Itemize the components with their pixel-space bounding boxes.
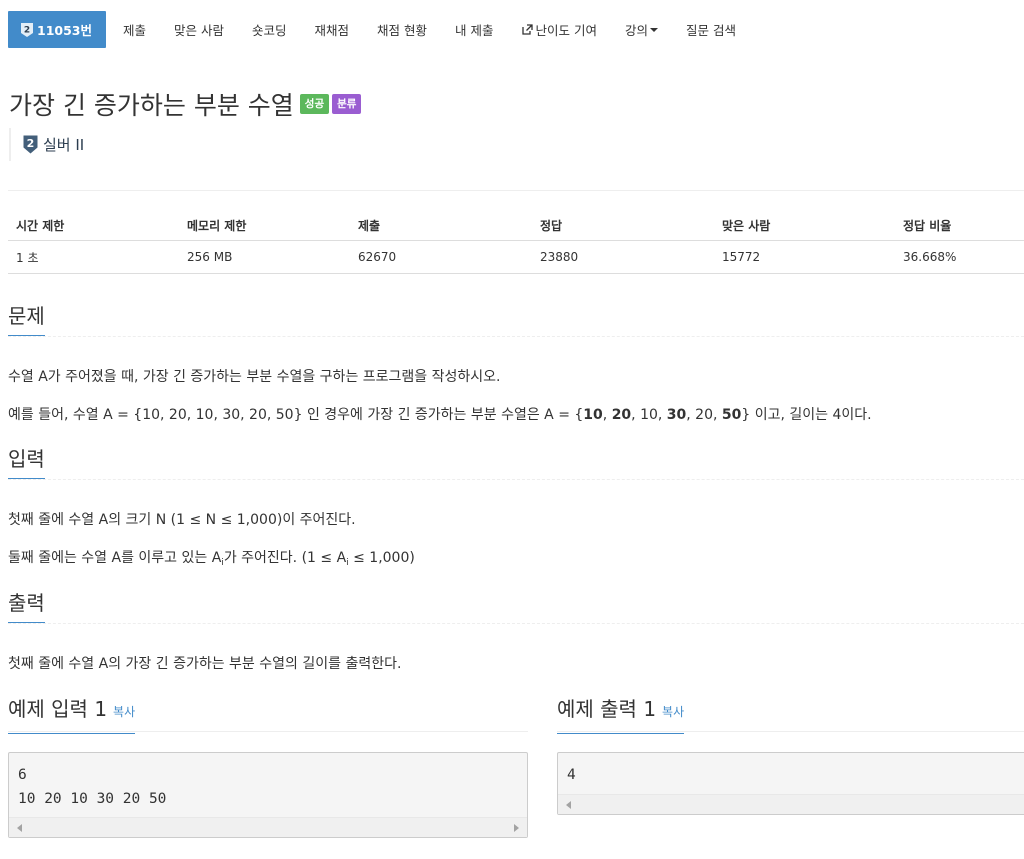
sample-output-code[interactable]: 4 xyxy=(557,752,1024,815)
copy-input-button[interactable]: 복사 xyxy=(113,705,135,719)
nav-my-submissions[interactable]: 내 제출 xyxy=(455,20,493,39)
input-heading: 입력 xyxy=(8,446,45,479)
memory-limit-value: 256 MB xyxy=(179,240,350,274)
nav-submit[interactable]: 제출 xyxy=(123,20,146,39)
header-submissions: 제출 xyxy=(350,210,532,241)
sample-output-heading: 예제 출력 1 복사 xyxy=(557,694,685,734)
nav-lecture-label: 강의 xyxy=(624,23,648,38)
caret-down-icon xyxy=(650,27,658,32)
header-accept-ratio: 정답 비율 xyxy=(895,210,1024,241)
time-limit-value: 1 초 xyxy=(8,240,179,274)
header-accepted: 정답 xyxy=(532,210,714,241)
sample-output-text: 4 xyxy=(567,767,576,783)
header-accepted-users: 맞은 사람 xyxy=(714,210,895,241)
nav-rejudge[interactable]: 재채점 xyxy=(315,20,350,39)
sample-input-text: 6 10 20 10 30 20 50 xyxy=(18,767,167,807)
scroll-left-icon[interactable] xyxy=(17,824,22,832)
nav-accepted-users[interactable]: 맞은 사람 xyxy=(174,20,224,39)
input-description-2: 둘째 줄에는 수열 A를 이루고 있는 Ai가 주어진다. (1 ≤ Ai ≤ … xyxy=(8,550,415,568)
table-header-row: 시간 제한 메모리 제한 제출 정답 맞은 사람 정답 비율 xyxy=(8,210,1024,241)
horizontal-scrollbar[interactable] xyxy=(558,793,1024,814)
nav-difficulty-contribute[interactable]: 난이도 기여 xyxy=(521,20,597,39)
external-link-icon xyxy=(521,24,533,35)
input-description-1: 첫째 줄에 수열 A의 크기 N (1 ≤ N ≤ 1,000)이 주어진다. xyxy=(8,512,356,528)
sample-output-block: 예제 출력 1 복사 4 xyxy=(557,694,1024,815)
problem-info-table: 시간 제한 메모리 제한 제출 정답 맞은 사람 정답 비율 1 초 256 M… xyxy=(8,210,1024,274)
scroll-right-icon[interactable] xyxy=(514,824,519,832)
tier-label: 실버 II xyxy=(43,136,85,154)
copy-output-button[interactable]: 복사 xyxy=(662,705,684,719)
output-description: 첫째 줄에 수열 A의 가장 긴 증가하는 부분 수열의 길이를 출력한다. xyxy=(8,656,402,672)
svg-text:2: 2 xyxy=(27,137,35,150)
header-time-limit: 시간 제한 xyxy=(8,210,179,241)
nav-status[interactable]: 채점 현황 xyxy=(377,20,427,39)
sample-input-heading: 예제 입력 1 복사 xyxy=(8,694,136,734)
silver-tier-icon: 2 xyxy=(23,135,38,154)
tier-badge-icon: 2 xyxy=(20,22,34,38)
problem-title: 가장 긴 증가하는 부분 수열 xyxy=(9,91,294,120)
nav-problem-number[interactable]: 2 11053번 xyxy=(8,11,106,48)
problem-title-row: 가장 긴 증가하는 부분 수열 성공 분류 xyxy=(9,86,362,122)
problem-description-2: 예를 들어, 수열 A = {10, 20, 10, 30, 20, 50} 인… xyxy=(8,407,872,423)
nav-difficulty-label: 난이도 기여 xyxy=(535,23,597,38)
problem-heading: 문제 xyxy=(8,303,45,336)
nav-problem-number-label: 11053번 xyxy=(37,23,92,38)
problem-tier: 2 실버 II xyxy=(9,128,84,161)
divider xyxy=(8,190,1024,191)
horizontal-scrollbar[interactable] xyxy=(9,817,527,837)
problem-section-header: 문제 xyxy=(8,303,1024,337)
accepted-users-value: 15772 xyxy=(714,240,895,274)
nav-short-coding[interactable]: 숏코딩 xyxy=(252,20,287,39)
sample-input-code[interactable]: 6 10 20 10 30 20 50 xyxy=(8,752,528,838)
svg-text:2: 2 xyxy=(24,25,30,35)
output-heading: 출력 xyxy=(8,590,45,623)
nav-lecture-dropdown[interactable]: 강의 xyxy=(625,20,658,39)
accepted-value: 23880 xyxy=(532,240,714,274)
problem-menu: 2 11053번 제출 맞은 사람 숏코딩 재채점 채점 현황 내 제출 난이도… xyxy=(8,11,736,48)
category-label[interactable]: 분류 xyxy=(332,94,362,114)
success-label[interactable]: 성공 xyxy=(299,94,330,114)
problem-description-1: 수열 A가 주어졌을 때, 가장 긴 증가하는 부분 수열을 구하는 프로그램을… xyxy=(8,369,501,385)
sample-input-block: 예제 입력 1 복사 6 10 20 10 30 20 50 xyxy=(8,694,528,838)
nav-question-search[interactable]: 질문 검색 xyxy=(686,20,736,39)
submissions-value: 62670 xyxy=(350,240,532,274)
header-memory-limit: 메모리 제한 xyxy=(179,210,350,241)
table-row: 1 초 256 MB 62670 23880 15772 36.668% xyxy=(8,240,1024,274)
input-section-header: 입력 xyxy=(8,446,1024,480)
output-section-header: 출력 xyxy=(8,590,1024,624)
accept-ratio-value: 36.668% xyxy=(895,240,1024,274)
scroll-left-icon[interactable] xyxy=(566,800,571,809)
